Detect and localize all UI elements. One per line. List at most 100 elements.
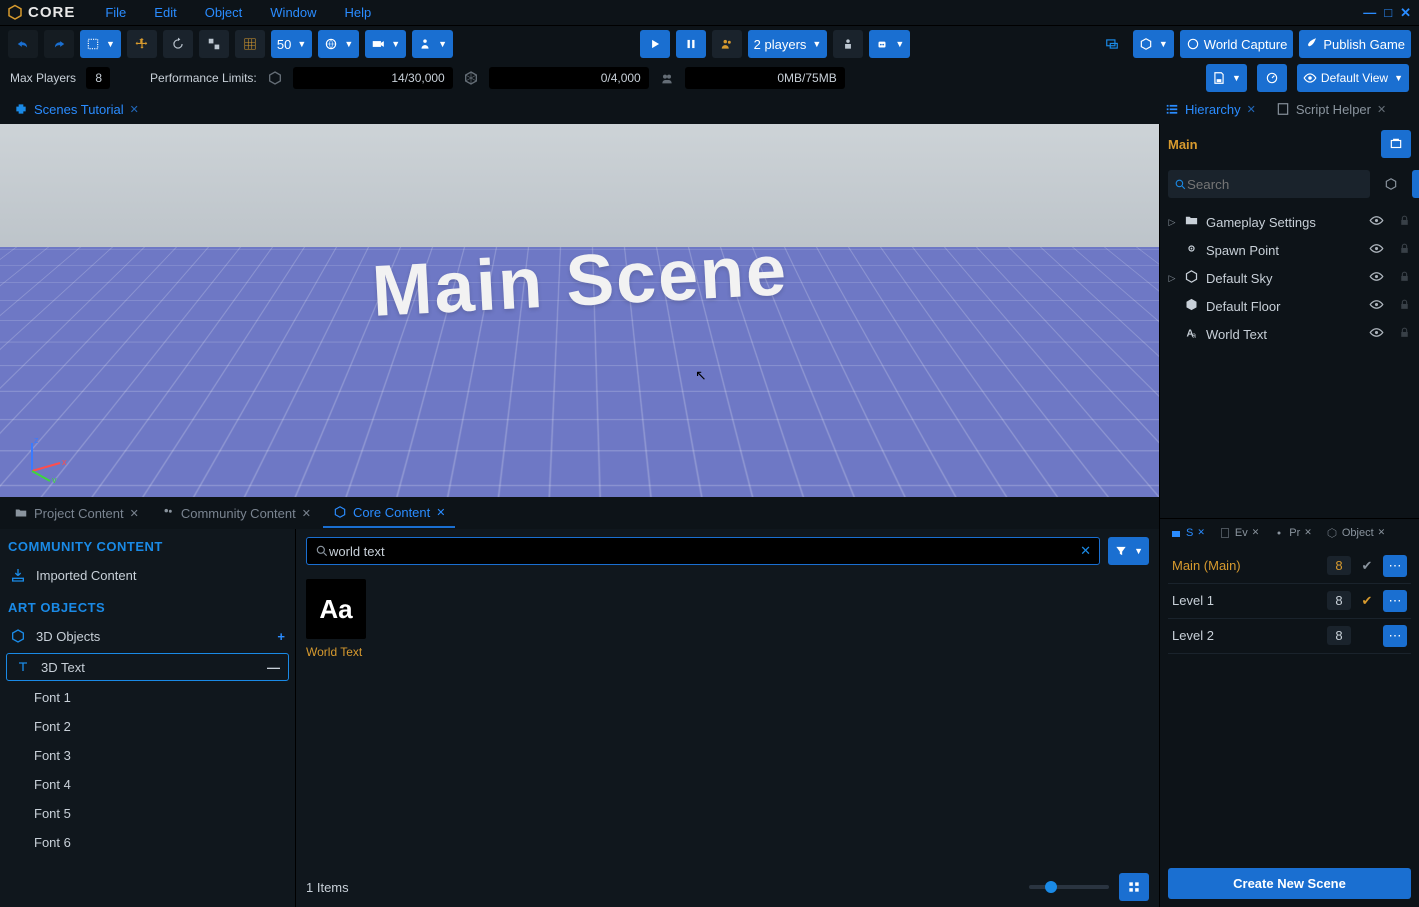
publish-game-button[interactable]: Publish Game [1299,30,1411,58]
hierarchy-node[interactable]: ▷Gameplay Settings [1160,208,1419,236]
hierarchy-search-input[interactable] [1187,177,1364,192]
lock-icon[interactable] [1398,270,1411,286]
tab-scenes-tutorial[interactable]: Scenes Tutorial ✕ [4,97,149,122]
menu-object[interactable]: Object [191,1,257,24]
undo-button[interactable] [8,30,38,58]
scene-more-button[interactable]: ⋯ [1383,625,1407,647]
visibility-icon[interactable] [1369,241,1384,259]
lock-icon[interactable] [1398,326,1411,342]
scenes-tab-object[interactable]: Object✕ [1320,523,1391,543]
hierarchy-node[interactable]: Default Floor [1160,292,1419,320]
scene-check-icon[interactable]: ✔ [1359,593,1375,609]
tab-core-content[interactable]: Core Content✕ [323,499,456,528]
scene-more-button[interactable]: ⋯ [1383,555,1407,577]
menu-window[interactable]: Window [256,1,330,24]
sidebar-font-2[interactable]: Font 2 [0,712,295,741]
hierarchy-scene-button[interactable] [1381,130,1411,158]
close-icon[interactable]: ✕ [1252,527,1260,538]
close-icon[interactable]: ✕ [436,506,445,519]
visibility-icon[interactable] [1369,213,1384,231]
visibility-icon[interactable] [1369,297,1384,315]
visibility-icon[interactable] [1369,269,1384,287]
snap-value-dropdown[interactable]: 50▼ [271,30,312,58]
sidebar-font-6[interactable]: Font 6 [0,828,295,857]
scenes-tab-pr[interactable]: Pr✕ [1267,523,1318,543]
hierarchy-search-box[interactable] [1168,170,1370,198]
lock-icon[interactable] [1398,298,1411,314]
scene-check-icon[interactable]: ✔ [1359,558,1375,574]
maximize-button[interactable]: □ [1382,5,1394,21]
sidebar-font-3[interactable]: Font 3 [0,741,295,770]
sidebar-3d-text[interactable]: 3D Text — [6,653,289,681]
world-capture-button[interactable]: World Capture [1180,30,1294,58]
close-icon[interactable]: ✕ [1197,527,1205,538]
sidebar-font-5[interactable]: Font 5 [0,799,295,828]
bot-button[interactable] [833,30,863,58]
content-search-box[interactable]: ✕ [306,537,1100,565]
hierarchy-filter-button[interactable] [1412,170,1419,198]
hierarchy-node[interactable]: AaWorld Text [1160,320,1419,348]
collapse-icon[interactable]: — [267,660,280,675]
play-button[interactable] [640,30,670,58]
lock-icon[interactable] [1398,214,1411,230]
visibility-icon[interactable] [1369,325,1384,343]
screens-icon[interactable] [1097,30,1127,58]
performance-button[interactable] [1257,64,1287,92]
menu-edit[interactable]: Edit [140,1,190,24]
character-dropdown[interactable]: ▼ [412,30,453,58]
world-space-dropdown[interactable]: ▼ [318,30,359,58]
content-search-input[interactable] [329,544,1080,559]
minimize-button[interactable]: — [1361,5,1378,21]
close-button[interactable]: ✕ [1398,5,1413,21]
tab-hierarchy[interactable]: Hierarchy ✕ [1155,97,1266,122]
terrain-dropdown[interactable]: ▼ [1133,30,1174,58]
create-new-scene-button[interactable]: Create New Scene [1168,868,1411,899]
tab-project-content[interactable]: Project Content✕ [4,500,149,527]
filter-dropdown[interactable]: ▼ [1108,537,1149,565]
scenes-tab-s[interactable]: S✕ [1164,523,1211,543]
close-icon[interactable]: ✕ [130,507,139,520]
scale-tool-button[interactable] [199,30,229,58]
close-icon[interactable]: ✕ [130,103,139,116]
grid-view-button[interactable] [1119,873,1149,901]
select-mode-button[interactable]: ▼ [80,30,121,58]
scene-row[interactable]: Level 18✔⋯ [1168,584,1411,619]
thumbnail-size-slider[interactable] [1029,885,1109,889]
expand-icon[interactable]: + [277,629,285,644]
tab-script-helper[interactable]: Script Helper ✕ [1266,97,1396,122]
close-icon[interactable]: ✕ [302,507,311,520]
sidebar-3d-objects[interactable]: 3D Objects + [0,621,295,651]
move-tool-button[interactable] [127,30,157,58]
redo-button[interactable] [44,30,74,58]
close-icon[interactable]: ✕ [1247,103,1256,116]
menu-file[interactable]: File [91,1,140,24]
clear-search-icon[interactable]: ✕ [1080,543,1091,559]
max-players-value[interactable]: 8 [86,67,110,89]
hierarchy-cube-button[interactable] [1376,170,1406,198]
camera-dropdown[interactable]: ▼ [365,30,406,58]
menu-help[interactable]: Help [331,1,386,24]
sidebar-font-4[interactable]: Font 4 [0,770,295,799]
scene-more-button[interactable]: ⋯ [1383,590,1407,612]
hierarchy-node[interactable]: ▷Default Sky [1160,264,1419,292]
default-view-dropdown[interactable]: Default View▼ [1297,64,1409,92]
bot-settings-dropdown[interactable]: ▼ [869,30,910,58]
grid-snap-button[interactable] [235,30,265,58]
multiplayer-preview-button[interactable] [712,30,742,58]
lock-icon[interactable] [1398,242,1411,258]
sidebar-imported-content[interactable]: Imported Content [0,560,295,590]
rotate-tool-button[interactable] [163,30,193,58]
close-icon[interactable]: ✕ [1377,103,1386,116]
scene-row[interactable]: Level 28⋯ [1168,619,1411,654]
asset-world-text[interactable]: Aa World Text [306,579,370,659]
pause-button[interactable] [676,30,706,58]
tab-community-content[interactable]: Community Content✕ [151,500,321,527]
save-dropdown[interactable]: ▼ [1206,64,1247,92]
close-icon[interactable]: ✕ [1304,527,1312,538]
expand-icon[interactable]: ▷ [1168,217,1176,228]
scene-row[interactable]: Main (Main)8✔⋯ [1168,549,1411,584]
scenes-tab-ev[interactable]: Ev✕ [1213,523,1265,543]
expand-icon[interactable]: ▷ [1168,273,1176,284]
close-icon[interactable]: ✕ [1378,527,1386,538]
hierarchy-node[interactable]: Spawn Point [1160,236,1419,264]
